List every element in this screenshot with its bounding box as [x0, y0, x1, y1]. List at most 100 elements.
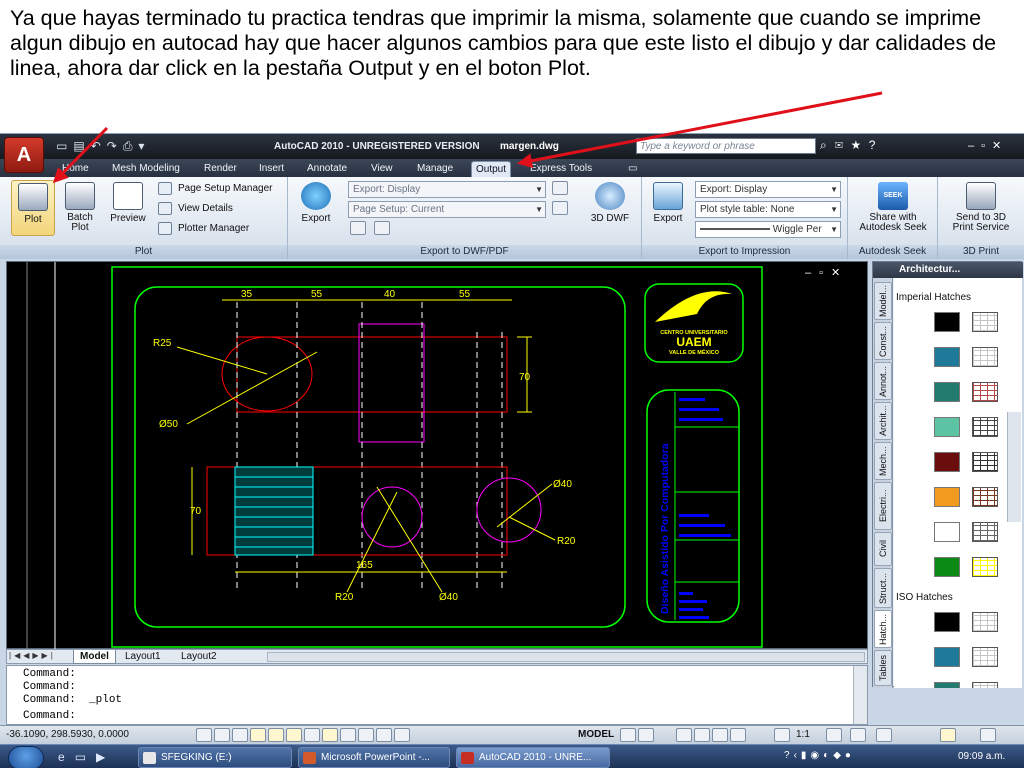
wiggle-combo[interactable]: Wiggle Per ▼ — [695, 221, 841, 238]
plot-button[interactable]: Plot — [11, 180, 55, 236]
iso-hatch-swatch[interactable] — [934, 682, 960, 688]
clock[interactable]: 09:09 a.m. — [958, 751, 1005, 762]
layout-tab-model[interactable]: Model — [73, 650, 116, 664]
tab-manage[interactable]: Manage — [413, 161, 457, 177]
iso-hatch-swatch[interactable] — [934, 647, 960, 667]
print-icon[interactable]: ⎙ — [123, 139, 139, 153]
tile-icon[interactable] — [394, 728, 410, 742]
hatch-pattern-icon[interactable] — [972, 417, 998, 437]
hatch-pattern-icon[interactable] — [972, 382, 998, 402]
undo-icon[interactable]: ↶ — [91, 139, 107, 153]
hatch-swatch[interactable] — [934, 522, 960, 542]
hatch-swatch[interactable] — [934, 312, 960, 332]
command-scrollbar[interactable] — [853, 666, 867, 724]
palette-tab-struct[interactable]: Struct... — [874, 568, 892, 608]
task-powerpoint[interactable]: Microsoft PowerPoint -... — [298, 747, 450, 768]
export-options-icon[interactable] — [552, 181, 568, 195]
open-icon[interactable]: ▭ — [56, 139, 73, 153]
osnap-button[interactable] — [268, 728, 284, 742]
iso-hatch-pattern-icon[interactable] — [972, 682, 998, 688]
plotter-manager-button[interactable]: Plotter Manager — [158, 220, 249, 238]
ribbon-minimize-icon[interactable]: ▭ — [624, 161, 641, 177]
snap-button[interactable] — [196, 728, 212, 742]
export-impression-button[interactable]: Export — [646, 180, 690, 236]
task-autocad[interactable]: AutoCAD 2010 - UNRE... — [456, 747, 610, 768]
minimize-icon[interactable]: – — [805, 267, 819, 279]
tab-express-tools[interactable]: Express Tools — [526, 161, 596, 177]
hatch-swatch[interactable] — [934, 347, 960, 367]
ie-icon[interactable]: e — [58, 750, 75, 764]
workspace-icon[interactable] — [850, 728, 866, 742]
qp-button[interactable] — [358, 728, 374, 742]
drawing-canvas[interactable]: 35 55 40 55 70 R25 Ø50 70 165 R20 Ø40 Ø4… — [6, 261, 868, 650]
annotation-scale[interactable]: 1:1 — [796, 729, 810, 740]
tab-insert[interactable]: Insert — [255, 161, 288, 177]
palette-tab-civil[interactable]: Civil — [874, 532, 892, 566]
shield-icon[interactable]: ◆ — [833, 750, 845, 761]
otrack-button[interactable] — [286, 728, 302, 742]
zoom-icon[interactable] — [694, 728, 710, 742]
hatch-pattern-icon[interactable] — [972, 522, 998, 542]
send-to-3d-print-button[interactable]: Send to 3D Print Service — [942, 180, 1020, 236]
tab-output[interactable]: Output — [471, 161, 512, 177]
tab-mesh-modeling[interactable]: Mesh Modeling — [108, 161, 184, 177]
export-dwf-button[interactable]: Export — [294, 180, 338, 236]
help-icon[interactable]: ? — [784, 750, 794, 761]
ortho-button[interactable] — [232, 728, 248, 742]
annotation-scale-icon[interactable] — [774, 728, 790, 742]
network-icon[interactable]: ◉ — [810, 750, 823, 761]
hatch-pattern-icon[interactable] — [972, 557, 998, 577]
plus-icon[interactable] — [376, 728, 392, 742]
iso-hatch-pattern-icon[interactable] — [972, 612, 998, 632]
iso-hatch-pattern-icon[interactable] — [972, 647, 998, 667]
hatch-pattern-icon[interactable] — [972, 487, 998, 507]
command-input[interactable]: Command: — [23, 710, 76, 722]
signal-icon[interactable]: ▮ — [801, 750, 811, 761]
layout-tab-layout2[interactable]: Layout2 — [175, 650, 223, 664]
showmotion-icon[interactable] — [730, 728, 746, 742]
palette-tab-annot[interactable]: Annot... — [874, 362, 892, 400]
layout-tab-layout1[interactable]: Layout1 — [119, 650, 167, 664]
clean-screen-icon[interactable] — [980, 728, 996, 742]
markup-icon[interactable] — [374, 221, 390, 235]
grid-button[interactable] — [214, 728, 230, 742]
lwt-button[interactable] — [340, 728, 356, 742]
export-display-combo[interactable]: Export: Display ▼ — [348, 181, 546, 198]
restore-icon[interactable]: ▫ — [819, 267, 831, 279]
palette-tab-model[interactable]: Model... — [874, 282, 892, 320]
hatch-swatch[interactable] — [934, 557, 960, 577]
volume-icon[interactable]: ◐ — [823, 750, 833, 761]
hatch-swatch[interactable] — [934, 452, 960, 472]
hatch-pattern-icon[interactable] — [972, 312, 998, 332]
qat-dropdown-icon[interactable]: ▾ — [138, 139, 150, 153]
communication-icon[interactable]: ✉ — [835, 138, 851, 152]
share-with-seek-button[interactable]: SEEK Share with Autodesk Seek — [854, 180, 932, 236]
tray-app-icon[interactable]: ● — [845, 750, 855, 761]
palette-title[interactable]: Architectur... — [873, 262, 1023, 278]
quick-view-drawings-icon[interactable] — [638, 728, 654, 742]
batch-plot-button[interactable]: Batch Plot — [58, 180, 102, 236]
quick-access-toolbar[interactable]: ▭▤↶↷⎙▾ — [56, 139, 150, 154]
preview-button[interactable]: Preview — [106, 180, 150, 236]
star-icon[interactable]: ★ — [851, 138, 869, 152]
layout-nav-buttons[interactable]: |◀◀▶▶| — [9, 651, 56, 660]
gear-icon[interactable] — [876, 728, 892, 742]
plot-panel-label[interactable]: Plot — [0, 245, 287, 259]
restore-icon[interactable]: ▫ — [981, 140, 992, 152]
iso-hatch-swatch[interactable] — [934, 612, 960, 632]
redo-icon[interactable]: ↷ — [107, 139, 123, 153]
hatch-pattern-icon[interactable] — [972, 452, 998, 472]
save-icon[interactable]: ▤ — [73, 139, 90, 153]
palette-tab-const[interactable]: Const... — [874, 322, 892, 360]
page-setup-combo[interactable]: Page Setup: Current ▼ — [348, 201, 546, 218]
hatch-swatch[interactable] — [934, 382, 960, 402]
start-button[interactable] — [8, 746, 44, 768]
page-setup-manager-button[interactable]: Page Setup Manager — [158, 180, 273, 198]
pan-icon[interactable] — [676, 728, 692, 742]
search-input[interactable]: Type a keyword or phrase — [636, 138, 816, 154]
annotation-visibility-icon[interactable] — [826, 728, 842, 742]
hatch-swatch[interactable] — [934, 487, 960, 507]
horizontal-scrollbar[interactable] — [267, 652, 865, 662]
close-icon[interactable]: ✕ — [992, 140, 1008, 152]
palette-tab-hatch[interactable]: Hatch... — [874, 610, 892, 648]
